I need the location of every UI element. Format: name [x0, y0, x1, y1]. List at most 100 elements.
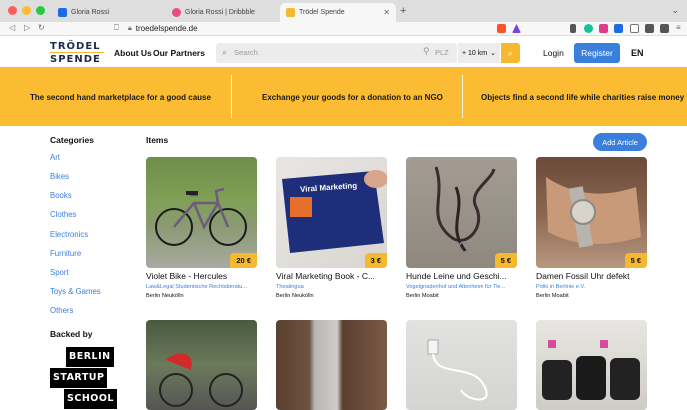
price-badge: 5 €	[624, 253, 647, 268]
item-title[interactable]: Viral Marketing Book - C...	[276, 271, 387, 281]
search-icon: ⌕	[222, 47, 228, 57]
troedel-spende-logo[interactable]: TRÖDEL SPENDE	[50, 41, 106, 65]
search-input[interactable]: Search	[234, 48, 258, 57]
browser-tab-1[interactable]: Gloria Rossi	[52, 3, 162, 22]
leash-illustration	[434, 166, 496, 253]
language-switch[interactable]: EN	[631, 48, 644, 58]
tab-menu-chevron-icon[interactable]: ⌄	[671, 5, 679, 16]
forward-icon[interactable]: ▷	[24, 23, 30, 32]
vimeo-extension-icon[interactable]	[614, 24, 623, 33]
value-banner: The second hand marketplace for a good c…	[0, 67, 687, 126]
category-furniture[interactable]: Furniture	[50, 249, 81, 258]
close-tab-icon[interactable]: ✕	[383, 8, 390, 17]
book-photo[interactable]: Viral Marketing 3 €	[276, 157, 387, 268]
troedel-favicon-icon	[286, 8, 295, 17]
register-button[interactable]: Register	[574, 43, 620, 63]
about-us-link[interactable]: About Us	[114, 48, 152, 58]
backed-by-heading: Backed by	[50, 329, 93, 339]
item-organization[interactable]: Thealingua	[276, 284, 387, 290]
distance-select[interactable]: + 10 km ⌄	[458, 43, 500, 63]
banner-message-1: The second hand marketplace for a good c…	[30, 93, 211, 102]
wallet-icon[interactable]	[660, 24, 669, 33]
location-pin-icon: ⚲	[423, 46, 430, 56]
new-tab-button[interactable]: +	[400, 5, 406, 17]
vimeo-favicon-icon	[58, 8, 67, 17]
grammarly-icon[interactable]	[584, 24, 593, 33]
eyedropper-icon[interactable]	[570, 24, 576, 33]
category-art[interactable]: Art	[50, 153, 60, 162]
item-title[interactable]: Hunde Leine und Geschi...	[406, 271, 517, 281]
plz-input[interactable]: PLZ	[435, 48, 449, 57]
bss-line-1: BERLIN	[66, 347, 114, 367]
price-badge: 20 €	[230, 253, 257, 268]
cable-illustration	[427, 339, 488, 401]
bikes-illustration	[159, 353, 243, 407]
price-badge: 5 €	[494, 253, 517, 268]
item-location: Berlin Moabit	[406, 293, 439, 299]
close-window-icon[interactable]	[8, 6, 17, 15]
distance-value: + 10 km	[462, 49, 488, 57]
minimize-window-icon[interactable]	[22, 6, 31, 15]
category-books[interactable]: Books	[50, 191, 72, 200]
brave-shield-icon[interactable]	[497, 24, 506, 33]
lock-icon: 🔒︎	[128, 24, 132, 32]
banner-divider	[462, 75, 463, 118]
our-partners-link[interactable]: Our Partners	[153, 48, 205, 58]
extension-icon[interactable]	[599, 24, 608, 33]
bike-photo[interactable]: 20 €	[146, 157, 257, 268]
berlin-startup-school-logo[interactable]: BERLIN STARTUP SCHOOL	[50, 347, 120, 410]
login-link[interactable]: Login	[543, 48, 564, 58]
item-organization[interactable]: Polki in Berlinie e.V.	[536, 284, 647, 290]
search-bar[interactable]: ⌕ Search ⚲ PLZ	[216, 43, 457, 63]
maximize-window-icon[interactable]	[36, 6, 45, 15]
category-bikes[interactable]: Bikes	[50, 172, 69, 181]
bss-line-2: STARTUP	[50, 368, 108, 388]
category-sport[interactable]: Sport	[50, 268, 69, 277]
browser-toolbar: ◁ ▷ ↻ ⎕ 🔒︎ troedelspende.de ≡	[0, 22, 687, 36]
browser-tab-bar: Gloria Rossi Gloria Rossi | Dribbble Trö…	[0, 0, 687, 22]
banner-message-3: Objects find a second life while chariti…	[481, 93, 685, 102]
category-others[interactable]: Others	[50, 306, 73, 315]
tab-label: Gloria Rossi | Dribbble	[185, 9, 255, 16]
cable-photo[interactable]	[406, 320, 517, 410]
reload-icon[interactable]: ↻	[38, 23, 45, 32]
browser-tab-3[interactable]: Trödel Spende ✕	[280, 3, 396, 22]
site-header: TRÖDEL SPENDE About Us Our Partners ⌕ Se…	[0, 37, 687, 67]
add-article-button[interactable]: Add Article	[593, 133, 647, 151]
bookmark-icon[interactable]: ⎕	[114, 23, 119, 33]
item-title[interactable]: Damen Fossil Uhr defekt	[536, 271, 647, 281]
bandages-illustration	[542, 340, 640, 400]
tab-label: Trödel Spende	[299, 9, 345, 16]
window-controls[interactable]	[8, 6, 45, 15]
menu-icon[interactable]: ≡	[676, 23, 681, 32]
back-icon[interactable]: ◁	[9, 23, 15, 32]
reader-icon[interactable]	[630, 24, 639, 33]
item-organization[interactable]: Vogelgnadenhof und Altenheim für Tie...	[406, 284, 517, 290]
item-title[interactable]: Violet Bike - Hercules	[146, 271, 257, 281]
banner-message-2: Exchange your goods for a donation to an…	[262, 93, 443, 102]
bandages-photo[interactable]	[536, 320, 647, 410]
browser-tab-2[interactable]: Gloria Rossi | Dribbble	[166, 3, 276, 22]
category-clothes[interactable]: Clothes	[50, 210, 76, 219]
item-location: Berlin Moabit	[536, 293, 569, 299]
bike-illustration	[155, 187, 247, 246]
chevron-down-icon: ⌄	[490, 50, 496, 57]
puzzle-extensions-icon[interactable]	[645, 24, 654, 33]
logo-line-2: SPENDE	[50, 54, 101, 65]
banner-divider	[231, 75, 232, 118]
item-location: Berlin Neukölln	[146, 293, 184, 299]
leash-photo[interactable]: 5 €	[406, 157, 517, 268]
watch-photo[interactable]: 5 €	[536, 157, 647, 268]
bss-line-3: SCHOOL	[64, 389, 117, 409]
category-toys-games[interactable]: Toys & Games	[50, 287, 101, 296]
search-button[interactable]: ⌕	[501, 43, 520, 63]
price-badge: 3 €	[364, 253, 387, 268]
bikes-photo[interactable]	[146, 320, 257, 410]
logo-divider	[50, 52, 104, 53]
address-bar[interactable]: 🔒︎ troedelspende.de	[128, 24, 198, 33]
search-icon: ⌕	[507, 47, 514, 58]
item-photo[interactable]	[276, 320, 387, 410]
brave-rewards-icon[interactable]	[512, 24, 521, 33]
category-electronics[interactable]: Electronics	[50, 230, 88, 239]
item-organization[interactable]: Law&Legal Studentische Rechtsberatu...	[146, 284, 257, 290]
